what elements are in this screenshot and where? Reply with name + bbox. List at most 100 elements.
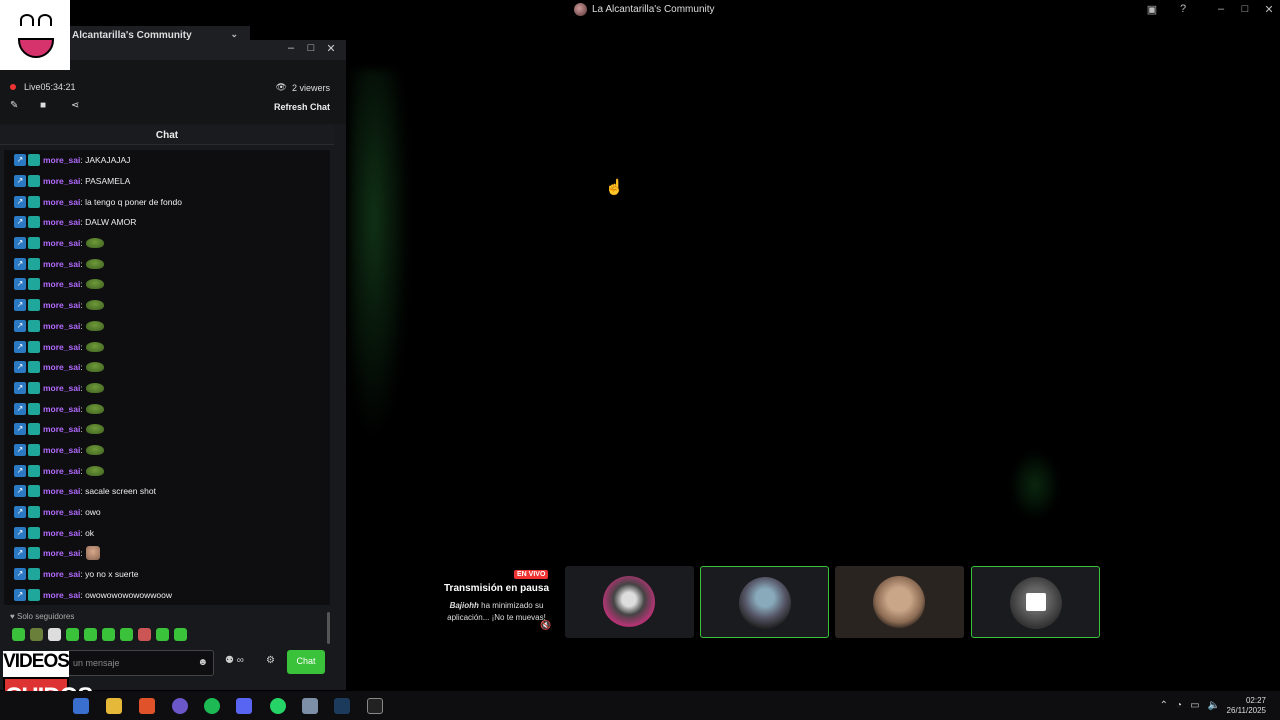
app-icon[interactable] <box>172 698 188 714</box>
moderator-badge-icon[interactable]: ↗ <box>14 381 26 394</box>
epic-games-icon[interactable] <box>367 698 383 714</box>
moderator-badge-icon[interactable]: ↗ <box>14 195 26 208</box>
pencil-icon[interactable]: ✎ <box>10 100 18 111</box>
subscriber-badge-icon[interactable] <box>28 195 40 208</box>
chat-username[interactable]: more_sai <box>43 362 80 372</box>
volume-icon[interactable]: 🔈 <box>1208 700 1220 711</box>
subscriber-badge-icon[interactable] <box>28 299 40 312</box>
chat-username[interactable]: more_sai <box>43 507 80 517</box>
moderator-badge-icon[interactable]: ↗ <box>14 568 26 581</box>
subscriber-badge-icon[interactable] <box>28 237 40 250</box>
moderator-badge-icon[interactable]: ↗ <box>14 175 26 188</box>
emote-button[interactable] <box>84 628 97 641</box>
moderator-badge-icon[interactable]: ↗ <box>14 361 26 374</box>
explorer-icon[interactable] <box>302 698 318 714</box>
participant-tile[interactable] <box>700 566 829 638</box>
moderator-badge-icon[interactable]: ↗ <box>14 319 26 332</box>
chevron-up-icon[interactable]: ⌃ <box>1160 700 1168 711</box>
subscriber-badge-icon[interactable] <box>28 361 40 374</box>
emote-button[interactable] <box>156 628 169 641</box>
channel-points[interactable]: ⚉ ∞ <box>225 655 244 666</box>
subscriber-badge-icon[interactable] <box>28 568 40 581</box>
chat-username[interactable]: more_sai <box>43 548 80 558</box>
battery-icon[interactable]: ▭ <box>1190 700 1199 711</box>
subscriber-badge-icon[interactable] <box>28 526 40 539</box>
whatsapp-icon[interactable] <box>270 698 286 714</box>
participant-tile[interactable] <box>565 566 694 638</box>
chat-username[interactable]: more_sai <box>43 238 80 248</box>
chat-username[interactable]: more_sai <box>43 404 80 414</box>
moderator-badge-icon[interactable]: ↗ <box>14 257 26 270</box>
moderator-badge-icon[interactable]: ↗ <box>14 402 26 415</box>
wifi-icon[interactable]: ◔ <box>1176 700 1182 711</box>
subscriber-badge-icon[interactable] <box>28 423 40 436</box>
chat-username[interactable]: more_sai <box>43 321 80 331</box>
chat-username[interactable]: more_sai <box>43 466 80 476</box>
chat-username[interactable]: more_sai <box>43 486 80 496</box>
system-clock[interactable]: 02:27 26/11/2025 <box>1227 696 1266 716</box>
participant-tile[interactable] <box>971 566 1100 638</box>
subscriber-badge-icon[interactable] <box>28 588 40 601</box>
emote-button[interactable] <box>102 628 115 641</box>
moderator-badge-icon[interactable]: ↗ <box>14 526 26 539</box>
chat-close-icon[interactable]: ✕ <box>324 42 338 55</box>
chat-username[interactable]: more_sai <box>43 176 80 186</box>
moderator-badge-icon[interactable]: ↗ <box>14 588 26 601</box>
chat-username[interactable]: more_sai <box>43 569 80 579</box>
chat-message-list[interactable]: ↗ more_sai: JAKAJAJAJ ↗ more_sai: PASAMELA ↗… <box>4 150 330 605</box>
send-chat-button[interactable]: Chat <box>287 650 325 674</box>
chat-minimize-icon[interactable]: – <box>284 42 298 54</box>
moderator-badge-icon[interactable]: ↗ <box>14 216 26 229</box>
emote-button[interactable] <box>66 628 79 641</box>
subscriber-badge-icon[interactable] <box>28 485 40 498</box>
spotify-icon[interactable] <box>204 698 220 714</box>
moderator-badge-icon[interactable]: ↗ <box>14 485 26 498</box>
chat-username[interactable]: more_sai <box>43 445 80 455</box>
subscriber-badge-icon[interactable] <box>28 340 40 353</box>
chat-input[interactable]: un mensaje ☻ <box>66 650 214 676</box>
moderator-badge-icon[interactable]: ↗ <box>14 237 26 250</box>
subscriber-badge-icon[interactable] <box>28 464 40 477</box>
emote-button[interactable] <box>174 628 187 641</box>
moderator-badge-icon[interactable]: ↗ <box>14 299 26 312</box>
moderator-badge-icon[interactable]: ↗ <box>14 443 26 456</box>
chat-username[interactable]: more_sai <box>43 342 80 352</box>
participant-tile[interactable] <box>835 566 964 638</box>
subscriber-badge-icon[interactable] <box>28 278 40 291</box>
emote-button[interactable] <box>138 628 151 641</box>
moderator-badge-icon[interactable]: ↗ <box>14 154 26 167</box>
chat-username[interactable]: more_sai <box>43 383 80 393</box>
subscriber-badge-icon[interactable] <box>28 175 40 188</box>
muted-icon[interactable]: 🔇 <box>540 620 551 631</box>
moderator-badge-icon[interactable]: ↗ <box>14 547 26 560</box>
subscriber-badge-icon[interactable] <box>28 547 40 560</box>
moderator-badge-icon[interactable]: ↗ <box>14 278 26 291</box>
help-icon[interactable]: ? <box>1175 3 1191 15</box>
chat-maximize-icon[interactable]: □ <box>304 42 318 54</box>
emote-button[interactable] <box>48 628 61 641</box>
chat-username[interactable]: more_sai <box>43 300 80 310</box>
share-icon[interactable]: ⋖ <box>71 100 79 111</box>
discord-icon[interactable] <box>236 698 252 714</box>
subscriber-badge-icon[interactable] <box>28 257 40 270</box>
subscriber-badge-icon[interactable] <box>28 381 40 394</box>
subscriber-badge-icon[interactable] <box>28 154 40 167</box>
emote-button[interactable] <box>12 628 25 641</box>
moderator-badge-icon[interactable]: ↗ <box>14 506 26 519</box>
paused-stream-tile[interactable]: EN VIVO Transmisión en pausa Bajiohh ha … <box>432 566 557 638</box>
brave-browser-icon[interactable] <box>139 698 155 714</box>
store-icon[interactable] <box>73 698 89 714</box>
steam-icon[interactable] <box>334 698 350 714</box>
chevron-down-icon[interactable]: ⌄ <box>230 29 238 40</box>
emote-button[interactable] <box>30 628 43 641</box>
emoji-picker-icon[interactable]: ☻ <box>197 657 208 668</box>
inbox-icon[interactable]: ▣ <box>1144 3 1160 16</box>
close-icon[interactable]: ✕ <box>1261 3 1277 16</box>
moderator-badge-icon[interactable]: ↗ <box>14 464 26 477</box>
chat-username[interactable]: more_sai <box>43 217 80 227</box>
camera-icon[interactable]: ■ <box>40 100 46 111</box>
chat-username[interactable]: more_sai <box>43 155 80 165</box>
moderator-badge-icon[interactable]: ↗ <box>14 340 26 353</box>
subscriber-badge-icon[interactable] <box>28 402 40 415</box>
subscriber-badge-icon[interactable] <box>28 319 40 332</box>
